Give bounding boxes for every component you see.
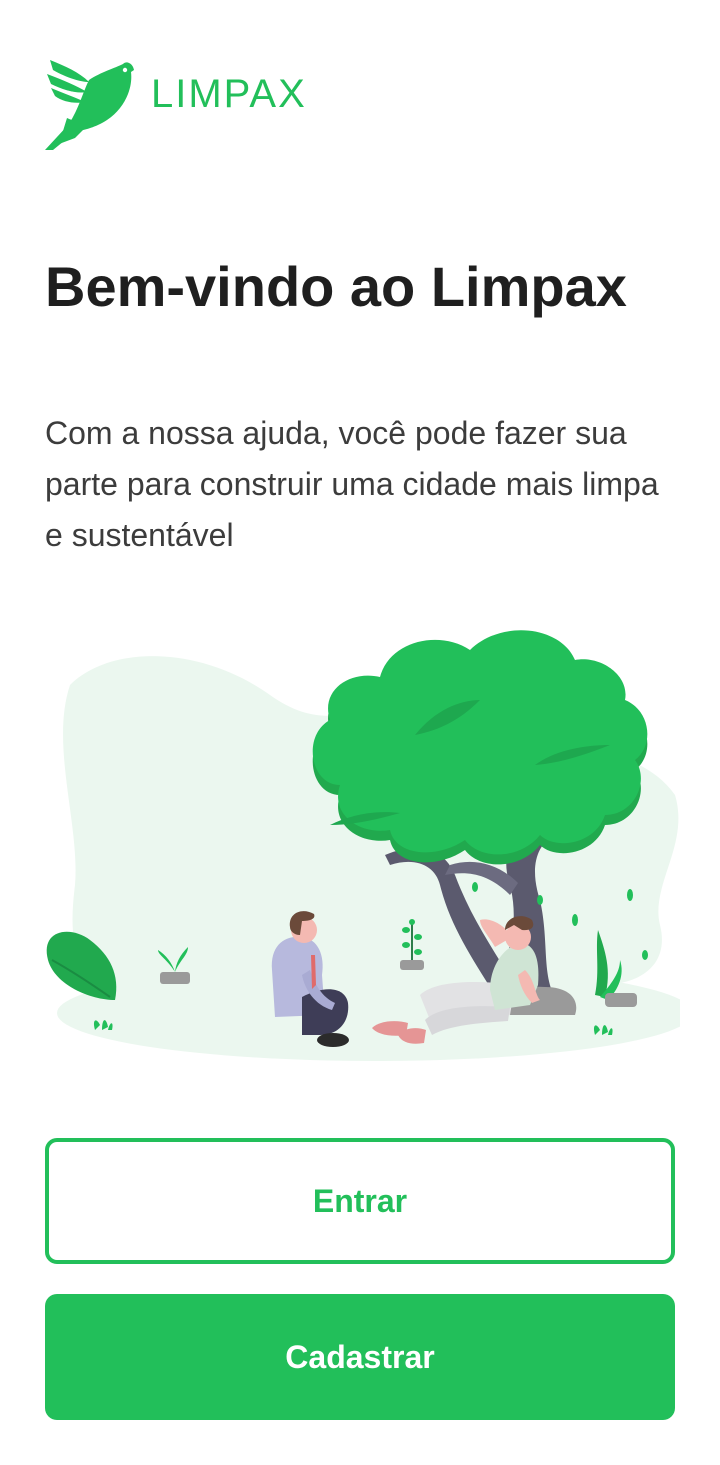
welcome-screen: LIMPAX Bem-vindo ao Limpax Com a nossa a… — [0, 0, 720, 1465]
people-under-tree-illustration — [46, 630, 680, 1061]
bird-icon — [45, 60, 134, 150]
login-button[interactable]: Entrar — [45, 1138, 675, 1264]
app-logo: LIMPAX — [45, 58, 307, 152]
app-name: LIMPAX — [151, 71, 307, 116]
signup-button[interactable]: Cadastrar — [45, 1294, 675, 1420]
ground — [57, 965, 680, 1061]
tree-canopy — [312, 630, 648, 865]
page-subtitle: Com a nossa ajuda, você pode fazer sua p… — [45, 415, 659, 553]
page-title: Bem-vindo ao Limpax — [45, 255, 627, 318]
